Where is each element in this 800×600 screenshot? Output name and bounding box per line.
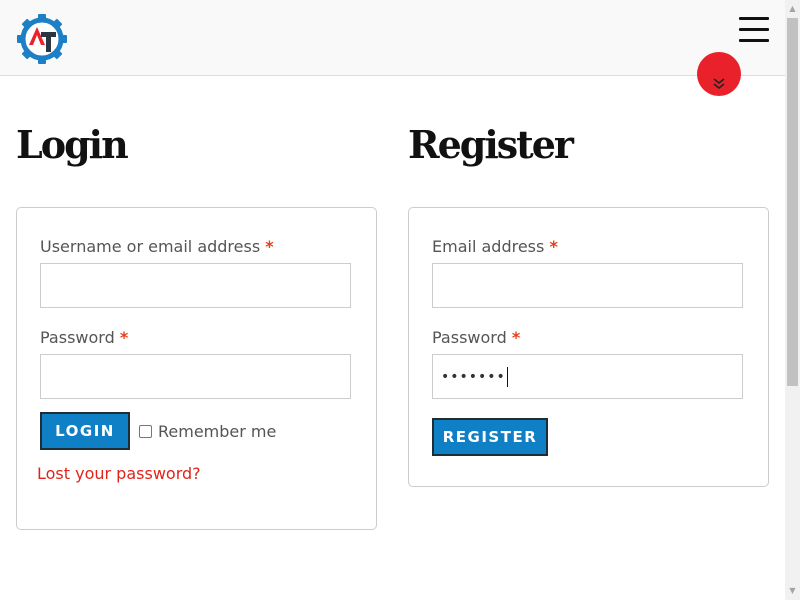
scrollbar-thumb[interactable] <box>787 18 798 386</box>
required-mark: * <box>511 328 521 347</box>
scroll-up-arrow-icon[interactable]: ▲ <box>785 2 800 16</box>
login-button[interactable]: LOGIN <box>40 412 130 450</box>
register-password-input[interactable]: ••••••• <box>432 354 743 399</box>
email-input[interactable] <box>432 263 743 308</box>
register-button[interactable]: REGISTER <box>432 418 548 456</box>
email-label: Email address * <box>432 237 558 256</box>
hamburger-line <box>739 17 769 20</box>
username-input[interactable] <box>40 263 351 308</box>
gear-logo-icon[interactable] <box>16 13 68 65</box>
page-scrollbar[interactable]: ▲ ▼ <box>785 0 800 600</box>
email-label-text: Email address <box>432 237 545 256</box>
login-password-input[interactable] <box>40 354 351 399</box>
site-header <box>0 0 785 76</box>
login-password-label: Password * <box>40 328 128 347</box>
scroll-down-button[interactable] <box>697 52 741 96</box>
register-form: Email address * Password * ••••••• REGIS… <box>408 207 769 487</box>
required-mark: * <box>265 237 274 256</box>
required-mark: * <box>549 237 558 256</box>
lost-password-link[interactable]: Lost your password? <box>37 464 201 483</box>
remember-me-label[interactable]: Remember me <box>158 422 276 441</box>
double-chevron-down-icon <box>713 78 725 90</box>
username-label-text: Username or email address <box>40 237 261 256</box>
login-title: Login <box>16 122 129 167</box>
remember-me-checkbox[interactable] <box>139 425 152 438</box>
login-password-label-text: Password <box>40 328 115 347</box>
required-mark: * <box>119 328 129 347</box>
hamburger-line <box>739 28 769 31</box>
text-caret <box>506 366 508 387</box>
scroll-down-arrow-icon[interactable]: ▼ <box>785 584 800 598</box>
hamburger-menu-button[interactable] <box>739 17 769 43</box>
hamburger-line <box>739 39 769 42</box>
register-title: Register <box>408 122 574 167</box>
register-password-value: ••••••• <box>441 368 506 385</box>
register-password-label: Password * <box>432 328 520 347</box>
register-password-label-text: Password <box>432 328 507 347</box>
login-form: Username or email address * Password * L… <box>16 207 377 530</box>
username-label: Username or email address * <box>40 237 274 256</box>
